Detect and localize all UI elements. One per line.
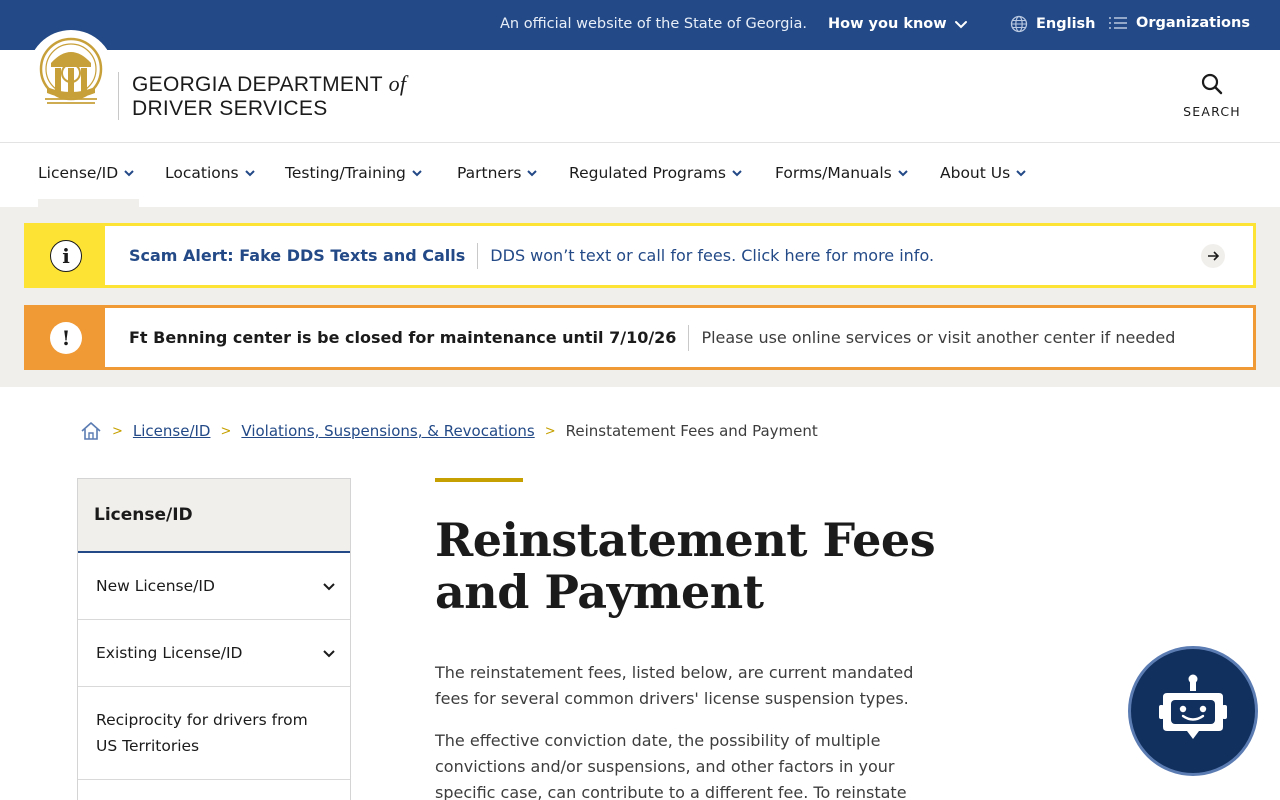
nav-label: Partners <box>457 164 522 182</box>
closure-alert: ! Ft Benning center is be closed for mai… <box>24 305 1256 370</box>
page-title: Reinstatement Fees and Payment <box>435 513 936 619</box>
nav-label: Forms/Manuals <box>775 164 892 182</box>
alerts-region: i Scam Alert: Fake DDS Texts and Calls D… <box>0 207 1280 387</box>
official-site-banner: An official website of the State of Geor… <box>0 0 1280 50</box>
sidenav-item-reciprocity[interactable]: Reciprocity for drivers from US Territor… <box>78 687 350 780</box>
alert-icon-box: i <box>27 226 105 285</box>
chevron-down-icon <box>412 170 422 177</box>
chevron-down-icon[interactable] <box>322 646 336 660</box>
nav-item-locations[interactable]: Locations <box>165 164 257 182</box>
nav-item-license-id[interactable]: License/ID <box>38 164 136 182</box>
how-you-know-toggle[interactable]: How you know <box>828 16 969 32</box>
chevron-right-icon: > <box>112 423 123 439</box>
nav-item-partners[interactable]: Partners <box>457 164 539 182</box>
chevron-right-icon: > <box>544 423 556 439</box>
sidenav-item-existing-license[interactable]: Existing License/ID <box>78 620 350 687</box>
details-paragraph: The effective conviction date, the possi… <box>435 731 907 800</box>
nav-item-regulated-programs[interactable]: Regulated Programs <box>569 164 744 182</box>
chevron-down-icon <box>898 170 908 177</box>
exclamation-icon: ! <box>50 321 82 354</box>
site-header: GEORGIA DEPARTMENT of DRIVER SERVICES SE… <box>0 30 1280 143</box>
agency-name[interactable]: GEORGIA DEPARTMENT of DRIVER SERVICES <box>132 72 406 121</box>
organizations-label: Organizations <box>1136 15 1250 31</box>
breadcrumb-link-license-id[interactable]: License/ID <box>133 422 211 440</box>
chevron-right-icon: > <box>220 423 232 439</box>
nav-item-about-us[interactable]: About Us <box>940 164 1028 182</box>
closure-alert-message: Please use online services or visit anot… <box>701 327 1176 347</box>
brand-line2: DRIVER SERVICES <box>132 97 328 120</box>
scam-alert[interactable]: i Scam Alert: Fake DDS Texts and Calls D… <box>24 223 1256 288</box>
georgia-seal-icon <box>39 37 103 104</box>
scam-alert-title: Scam Alert: Fake DDS Texts and Calls <box>129 242 479 269</box>
info-icon: i <box>50 239 82 272</box>
sidenav-item-new-license[interactable]: New License/ID <box>78 553 350 620</box>
closure-alert-title: Ft Benning center is be closed for maint… <box>129 324 690 351</box>
language-label: English <box>1036 16 1096 32</box>
nav-label: Regulated Programs <box>569 164 726 182</box>
nav-item-testing-training[interactable]: Testing/Training <box>285 164 424 182</box>
intro-paragraph: The reinstatement fees, listed below, ar… <box>435 663 914 708</box>
section-sidenav: License/ID New License/ID Existing Licen… <box>77 478 351 800</box>
primary-nav: License/ID Locations Testing/Training Pa… <box>0 143 1280 207</box>
robot-chat-icon <box>1159 674 1227 739</box>
search-button[interactable]: SEARCH <box>1180 72 1244 119</box>
breadcrumb: > License/ID > Violations, Suspensions, … <box>80 420 818 442</box>
sidenav-item-label: New License/ID <box>96 577 215 595</box>
nav-label: Testing/Training <box>285 164 406 182</box>
georgia-seal-logo[interactable] <box>28 30 114 116</box>
language-selector[interactable]: English <box>1010 15 1096 33</box>
chevron-down-icon <box>954 21 967 29</box>
chevron-down-icon <box>1016 170 1026 177</box>
brand-line1: GEORGIA DEPARTMENT <box>132 73 383 96</box>
title-accent-rule <box>435 478 523 482</box>
breadcrumb-link-violations[interactable]: Violations, Suspensions, & Revocations <box>241 422 534 440</box>
sidenav-heading[interactable]: License/ID <box>78 479 350 553</box>
chevron-down-icon <box>244 170 255 177</box>
breadcrumb-current: Reinstatement Fees and Payment <box>565 422 818 440</box>
organizations-link[interactable]: Organizations <box>1108 15 1250 31</box>
alert-icon-box: ! <box>27 308 105 367</box>
brand-divider <box>118 72 119 120</box>
nav-label: License/ID <box>38 164 119 182</box>
search-icon <box>1201 73 1223 95</box>
nav-label: About Us <box>940 164 1011 182</box>
globe-icon <box>1010 15 1028 33</box>
chevron-down-icon <box>124 170 134 177</box>
chevron-down-icon <box>732 170 742 177</box>
search-label: SEARCH <box>1183 104 1241 119</box>
nav-item-forms-manuals[interactable]: Forms/Manuals <box>775 164 910 182</box>
how-you-know-label: How you know <box>828 16 947 32</box>
official-site-text: An official website of the State of Geor… <box>500 16 807 32</box>
chevron-down-icon[interactable] <box>322 579 336 593</box>
chatbot-button[interactable] <box>1128 646 1258 776</box>
sidenav-item-label: Reciprocity for drivers from US Territor… <box>96 711 308 755</box>
scam-alert-message: DDS won’t text or call for fees. Click h… <box>490 245 935 265</box>
home-icon[interactable] <box>80 420 102 442</box>
brand-of: of <box>388 71 407 96</box>
nav-active-indicator <box>38 199 139 207</box>
arrow-right-icon[interactable] <box>1201 244 1225 268</box>
sidenav-item-label: Existing License/ID <box>96 644 243 662</box>
nav-label: Locations <box>165 164 239 182</box>
chevron-down-icon <box>527 170 538 177</box>
list-icon <box>1109 17 1127 29</box>
